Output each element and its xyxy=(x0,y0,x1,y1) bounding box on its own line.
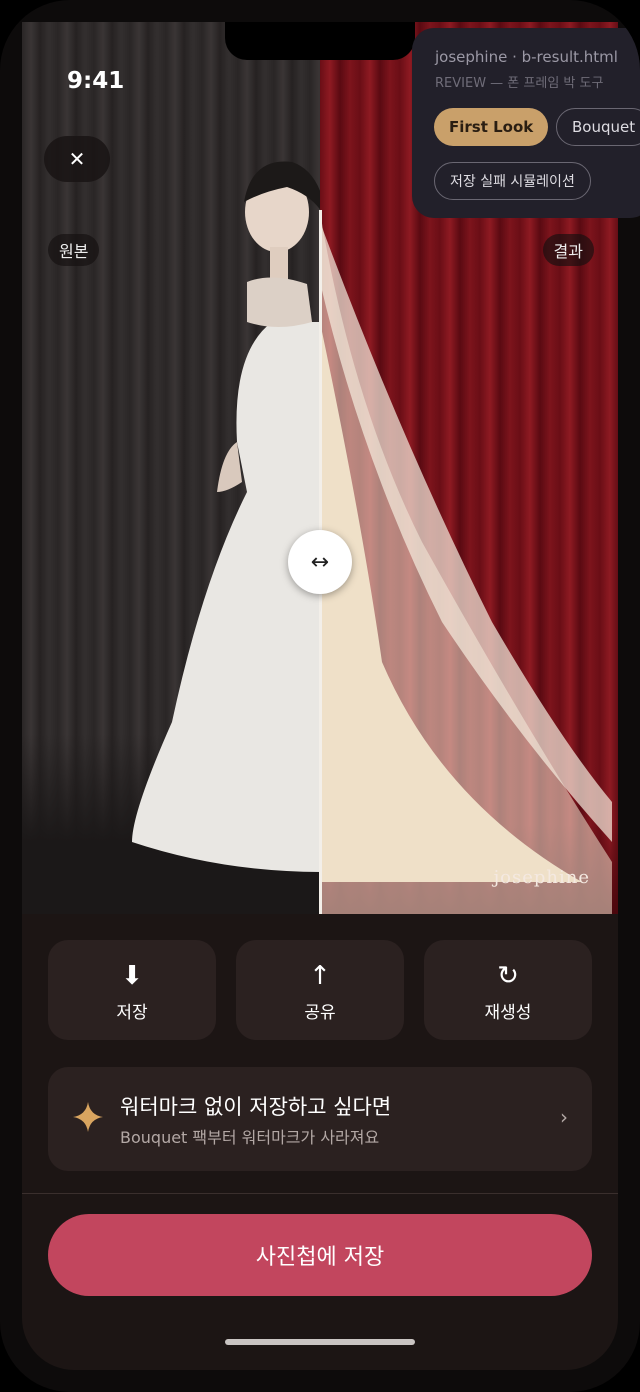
save-action-label: 저장 xyxy=(116,1003,148,1023)
regenerate-action-button[interactable]: ↻ 재생성 xyxy=(424,940,592,1040)
compare-drag-handle[interactable]: ↔ xyxy=(288,530,352,594)
share-action-button[interactable]: ↑ 공유 xyxy=(236,940,404,1040)
review-subtitle: REVIEW — 폰 프레임 박 도구 xyxy=(435,76,604,91)
chevron-right-icon: › xyxy=(560,1105,568,1129)
original-label: 원본 xyxy=(48,234,100,266)
share-action-label: 공유 xyxy=(304,1003,336,1023)
chip-first-look[interactable]: First Look xyxy=(434,108,549,146)
phone-frame: ↔ 원본 결과 josephine 9:41 ✕ josephine · b-r… xyxy=(0,0,640,1392)
close-button[interactable]: ✕ xyxy=(44,136,110,182)
download-icon: ⬇ xyxy=(121,961,143,991)
status-time: 9:41 xyxy=(67,68,125,94)
share-icon: ↑ xyxy=(309,961,331,991)
watermark-upsell-card[interactable]: 워터마크 없이 저장하고 싶다면 Bouquet 팩부터 워터마크가 사라져요 … xyxy=(48,1067,592,1171)
save-action-button[interactable]: ⬇ 저장 xyxy=(48,940,216,1040)
review-panel: josephine · b-result.html REVIEW — 폰 프레임… xyxy=(412,28,640,218)
home-indicator[interactable] xyxy=(225,1339,415,1345)
action-row: ⬇ 저장 ↑ 공유 ↻ 재생성 xyxy=(48,940,592,1040)
chip-bouquet[interactable]: Bouquet xyxy=(556,108,640,146)
regenerate-action-label: 재생성 xyxy=(484,1003,532,1023)
watermark-text: josephine xyxy=(493,867,590,888)
regenerate-icon: ↻ xyxy=(497,961,519,991)
chip-save-failure-simulation[interactable]: 저장 실패 시뮬레이션 xyxy=(434,162,591,200)
sparkle-icon xyxy=(73,1102,103,1132)
divider-line xyxy=(22,1193,618,1194)
upsell-subtitle: Bouquet 팩부터 워터마크가 사라져요 xyxy=(120,1128,380,1147)
result-label: 결과 xyxy=(542,234,594,266)
save-to-album-button[interactable]: 사진첩에 저장 xyxy=(48,1214,592,1296)
review-file-name: josephine · b-result.html xyxy=(435,48,618,66)
dynamic-island xyxy=(225,22,415,60)
upsell-title: 워터마크 없이 저장하고 싶다면 xyxy=(120,1095,392,1119)
arrows-horizontal-icon: ↔ xyxy=(310,549,330,575)
close-icon: ✕ xyxy=(68,147,86,171)
